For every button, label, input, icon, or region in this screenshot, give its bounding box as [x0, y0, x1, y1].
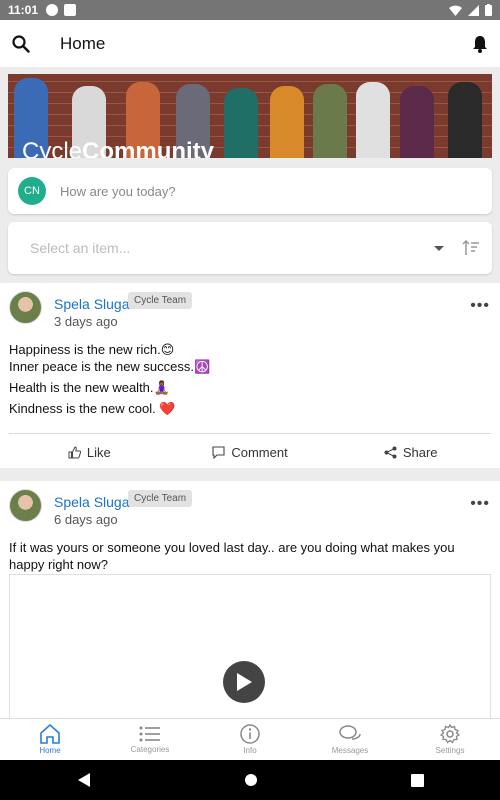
comment-icon [212, 446, 225, 459]
author-name[interactable]: Spela Sluga [54, 494, 130, 510]
video-player[interactable] [9, 574, 491, 718]
share-button[interactable]: Share [330, 445, 491, 460]
post-time: 3 days ago [54, 314, 118, 329]
notification-icon [46, 4, 59, 16]
post-card: Spela Sluga Cycle Team 6 days ago ••• If… [0, 481, 500, 718]
post-body: Happiness is the new rich.😊 Inner peace … [0, 341, 500, 417]
home-icon [40, 724, 60, 744]
team-badge: Cycle Team [128, 292, 193, 309]
nav-categories-label: Categories [130, 745, 170, 754]
system-navigation-bar [0, 760, 500, 800]
gear-icon [440, 724, 460, 744]
post-card: Spela Sluga Cycle Team 3 days ago ••• Ha… [0, 283, 500, 468]
bottom-navigation: Home Categories Info Messages Settings [0, 718, 500, 760]
nav-messages-label: Messages [331, 746, 369, 755]
post-line: If it was yours or someone you loved las… [9, 540, 455, 572]
nav-home[interactable]: Home [0, 719, 100, 760]
nav-home-label: Home [39, 746, 61, 755]
post-line: Happiness is the new rich.😊 [9, 342, 175, 357]
author-name[interactable]: Spela Sluga [54, 296, 130, 312]
banner-person [448, 82, 482, 158]
info-icon [240, 724, 260, 744]
category-select[interactable]: Select an item... [8, 222, 492, 274]
wifi-icon [449, 5, 462, 16]
sort-icon[interactable] [462, 240, 480, 256]
author-avatar[interactable] [9, 291, 42, 324]
post-line: Health is the new wealth.🧘🏾‍♀️ [9, 380, 170, 395]
chevron-down-icon[interactable] [434, 245, 444, 251]
banner-person [400, 86, 434, 158]
feed[interactable]: CycleCommunity CN How are you today? Sel… [0, 67, 500, 718]
banner-person [356, 82, 390, 158]
nav-categories[interactable]: Categories [100, 719, 200, 760]
home-button-icon[interactable] [244, 773, 258, 787]
battery-icon [485, 4, 492, 16]
post-line: Inner peace is the new success.☮️ [9, 359, 211, 374]
play-icon [237, 673, 252, 691]
post-line: Kindness is the new cool. ❤️ [9, 401, 176, 416]
select-placeholder: Select an item... [30, 240, 131, 256]
nav-info-label: Info [243, 746, 257, 755]
comment-label: Comment [231, 445, 288, 460]
banner-person [313, 84, 347, 158]
author-avatar[interactable] [9, 489, 42, 522]
avatar: CN [18, 177, 46, 205]
nav-messages[interactable]: Messages [300, 719, 400, 760]
nav-settings-label: Settings [435, 746, 465, 755]
like-label: Like [86, 445, 111, 460]
thumbs-up-icon [68, 446, 81, 459]
search-icon[interactable] [12, 34, 30, 53]
recents-icon[interactable] [410, 773, 424, 787]
bell-icon[interactable] [472, 35, 488, 53]
compose-post[interactable]: CN How are you today? [8, 168, 492, 214]
community-banner: CycleCommunity [8, 74, 492, 158]
nav-info[interactable]: Info [200, 719, 300, 760]
play-button[interactable] [223, 661, 265, 703]
back-icon[interactable] [77, 772, 91, 788]
page-title: Home [60, 33, 106, 53]
banner-title-light: Cycle [22, 138, 83, 158]
messages-icon [339, 725, 361, 740]
list-icon [139, 726, 160, 742]
status-time: 11:01 [8, 3, 39, 17]
banner-person [224, 88, 258, 158]
compose-placeholder[interactable]: How are you today? [60, 184, 176, 199]
banner-title-bold: Community [82, 138, 215, 158]
status-bar: 11:01 [0, 0, 500, 20]
post-header: Spela Sluga Cycle Team 6 days ago ••• [0, 481, 500, 531]
post-actions: Like Comment Share [9, 433, 491, 471]
post-body: If it was yours or someone you loved las… [0, 539, 500, 573]
more-options-icon[interactable]: ••• [470, 495, 490, 513]
app-bar: Home [0, 20, 500, 67]
banner-person [270, 86, 304, 158]
sim-icon [64, 4, 77, 16]
signal-icon [468, 4, 479, 16]
team-badge: Cycle Team [128, 490, 193, 507]
share-icon [384, 446, 397, 459]
more-options-icon[interactable]: ••• [470, 297, 490, 315]
nav-settings[interactable]: Settings [400, 719, 500, 760]
banner-title: CycleCommunity [22, 138, 214, 158]
comment-button[interactable]: Comment [170, 445, 331, 460]
like-button[interactable]: Like [9, 445, 170, 460]
post-time: 6 days ago [54, 512, 118, 527]
share-label: Share [402, 445, 438, 460]
post-header: Spela Sluga Cycle Team 3 days ago ••• [0, 283, 500, 333]
